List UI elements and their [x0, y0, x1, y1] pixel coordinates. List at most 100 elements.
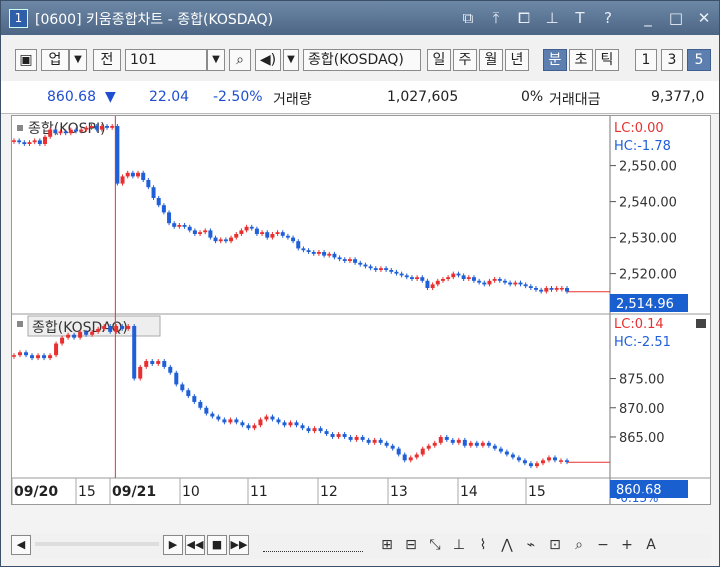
speaker-icon[interactable]: ◀) [255, 49, 281, 71]
candle-body[interactable] [420, 277, 425, 281]
chart-area[interactable]: 종합(KOSPI) LC:0.00 HC:-1.78 종합(KOSDAQ) LC… [11, 115, 711, 505]
code-dropdown-icon[interactable]: ▼ [207, 49, 225, 71]
candle-body[interactable] [110, 126, 115, 128]
candle-body[interactable] [37, 140, 42, 144]
candle-body[interactable] [146, 180, 151, 188]
name-field[interactable]: 종합(KOSDAQ) [303, 49, 421, 71]
candle-body[interactable] [125, 172, 130, 177]
candle-body[interactable] [462, 439, 467, 446]
candle-body[interactable] [72, 334, 77, 338]
candle-body[interactable] [456, 439, 461, 443]
panel-toggle-icon[interactable]: ▣ [15, 49, 37, 71]
candle-body[interactable] [306, 250, 311, 252]
candle-body[interactable] [120, 326, 125, 329]
candle-body[interactable] [42, 355, 47, 359]
candle-body[interactable] [282, 422, 287, 426]
candle-body[interactable] [358, 262, 363, 265]
candle-body[interactable] [516, 457, 521, 461]
candle-body[interactable] [213, 237, 218, 242]
candle-body[interactable] [296, 241, 301, 249]
candle-body[interactable] [288, 422, 293, 426]
candle-body[interactable] [161, 205, 166, 213]
candle-body[interactable] [480, 442, 485, 446]
candle-body[interactable] [32, 140, 37, 143]
candle-body[interactable] [408, 457, 413, 461]
candle-body[interactable] [12, 140, 16, 142]
candle-body[interactable] [222, 419, 227, 423]
candle-body[interactable] [497, 279, 502, 281]
copy-window-icon[interactable]: ⧠ [513, 8, 535, 28]
candle-body[interactable] [415, 277, 420, 279]
candle-body[interactable] [378, 439, 383, 443]
candle-body[interactable] [451, 273, 456, 278]
candlestick-charts[interactable]: 종합(KOSPI) LC:0.00 HC:-1.78 종합(KOSDAQ) LC… [11, 116, 710, 505]
candle-body[interactable] [396, 448, 401, 455]
candle-body[interactable] [79, 129, 84, 132]
market-dropdown-icon[interactable]: ▼ [69, 49, 87, 71]
zoom-icon[interactable]: ⌕ [569, 535, 589, 555]
candle-body[interactable] [254, 228, 259, 234]
candle-body[interactable] [347, 259, 352, 261]
candle-body[interactable] [249, 226, 254, 229]
candle-body[interactable] [218, 239, 223, 242]
candle-body[interactable] [198, 232, 203, 234]
candle-body[interactable] [156, 361, 161, 364]
minimize-icon[interactable]: _ [637, 8, 659, 28]
candle-body[interactable] [399, 273, 404, 276]
candle-body[interactable] [66, 334, 71, 338]
candle-body[interactable] [554, 288, 559, 290]
candle-body[interactable] [228, 419, 233, 423]
search-icon[interactable]: ⌕ [229, 49, 251, 71]
tab-period-second[interactable]: 초 [569, 49, 593, 71]
candle-body[interactable] [187, 226, 192, 231]
candle-body[interactable] [420, 448, 425, 455]
close-icon[interactable]: ✕ [693, 8, 715, 28]
candle-body[interactable] [301, 248, 306, 251]
font-icon[interactable]: T [569, 8, 591, 28]
rewind-icon[interactable]: ◀◀ [185, 535, 205, 555]
candle-body[interactable] [487, 280, 492, 285]
candle-body[interactable] [96, 328, 101, 332]
candle-body[interactable] [156, 198, 161, 206]
pin-top-icon[interactable]: ⤒ [485, 8, 507, 28]
candle-body[interactable] [316, 252, 321, 254]
candle-body[interactable] [466, 277, 471, 279]
candle-body[interactable] [246, 425, 251, 429]
tab-period-week[interactable]: 주 [453, 49, 477, 71]
tab-period-minute[interactable]: 분 [543, 49, 567, 71]
candle-body[interactable] [354, 436, 359, 440]
prev-button[interactable]: 전 [93, 49, 121, 71]
candle-body[interactable] [552, 457, 557, 461]
candle-body[interactable] [186, 390, 191, 397]
candle-body[interactable] [182, 225, 187, 227]
candle-body[interactable] [456, 273, 461, 276]
candle-body[interactable] [48, 129, 53, 137]
candle-body[interactable] [318, 428, 323, 432]
title-bar[interactable]: 1 [0600] 키움종합차트 - 종합(KOSDAQ) ⧉ ⤒ ⧠ ⊥ T ?… [1, 1, 719, 35]
candle-body[interactable] [252, 425, 257, 429]
candle-body[interactable] [461, 275, 466, 279]
candle-body[interactable] [24, 352, 29, 356]
candle-body[interactable] [36, 355, 41, 359]
scroll-right-icon[interactable]: ▶ [163, 535, 183, 555]
candle-body[interactable] [394, 271, 399, 274]
candle-body[interactable] [492, 445, 497, 449]
candle-body[interactable] [89, 126, 94, 128]
candle-body[interactable] [130, 172, 135, 177]
candle-body[interactable] [522, 460, 527, 464]
code-input[interactable]: 101 [125, 49, 207, 71]
candle-body[interactable] [167, 212, 172, 224]
candle-body[interactable] [258, 419, 263, 426]
candle-body[interactable] [276, 419, 281, 423]
candle-body[interactable] [440, 279, 445, 281]
candle-body[interactable] [336, 434, 341, 437]
candle-body[interactable] [300, 425, 305, 429]
candle-body[interactable] [90, 331, 95, 335]
frame-icon[interactable]: ⊡ [545, 535, 565, 555]
scrollbar-track[interactable] [35, 542, 159, 546]
interval-5-button[interactable]: 5 [687, 49, 711, 71]
candle-body[interactable] [141, 172, 146, 180]
candle-body[interactable] [549, 288, 554, 290]
candle-body[interactable] [136, 172, 141, 177]
candle-body[interactable] [264, 416, 269, 420]
